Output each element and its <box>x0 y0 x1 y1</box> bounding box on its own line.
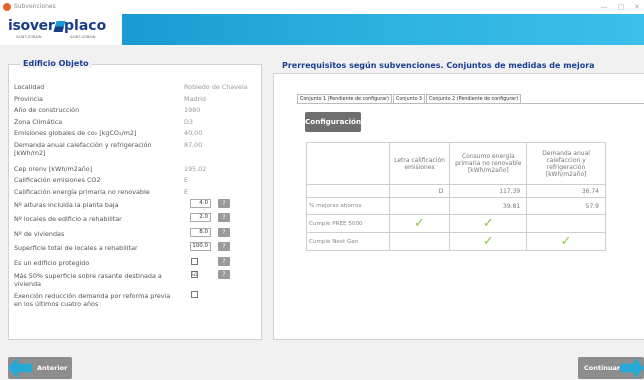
window-controls: — □ ✕ <box>601 0 641 14</box>
column-header <box>306 142 390 185</box>
table-cell: 117.39 <box>449 184 528 198</box>
isover-logo: isover <box>8 18 55 34</box>
dwellings-input[interactable]: 8.0 <box>190 228 211 237</box>
info-row: Calificación energía primaria no renovab… <box>14 188 189 196</box>
floors-input[interactable]: 4.0 <box>190 199 211 208</box>
info-row: Zona Climática D3 <box>14 118 193 126</box>
previous-button[interactable]: Anterior <box>8 357 72 379</box>
minimize-button[interactable]: — <box>601 0 608 14</box>
help-button[interactable]: ? <box>218 213 230 222</box>
app-header: isover placo SAINT-GOBAIN SAINT-GOBAIN <box>0 14 644 45</box>
configuration-button[interactable]: Configuración <box>305 112 361 132</box>
help-button[interactable]: ? <box>218 199 230 208</box>
check-icon <box>526 214 606 233</box>
row-label: Cumple Next Gen <box>306 232 390 251</box>
app-icon <box>3 3 11 11</box>
protected-checkbox[interactable] <box>191 258 198 265</box>
check-icon: ✓ <box>449 214 528 233</box>
check-icon: ✓ <box>526 232 606 251</box>
surface-input[interactable]: 100.0 <box>190 242 211 251</box>
column-header: Consumo energía primaria no renovable [k… <box>449 142 528 185</box>
table-cell: 36.74 <box>526 184 606 198</box>
measures-table: Letra calificación emisiones Consumo ene… <box>306 142 606 251</box>
info-row: Demanda anual calefacción y refrigeració… <box>14 141 203 157</box>
info-row: Localidad Robledo de Chavela <box>14 83 248 91</box>
info-row: Año de construcción 1980 <box>14 106 201 114</box>
table-cell: 57.9 <box>526 197 606 215</box>
arrow-right-icon <box>620 357 644 379</box>
help-button[interactable]: ? <box>218 228 230 237</box>
isover-subtitle: SAINT-GOBAIN <box>16 35 42 39</box>
info-row: Cep nrenv [kWh/m2año] 195,02 <box>14 165 207 173</box>
column-header: Letra calificación emisiones <box>388 142 451 185</box>
check-icon <box>388 232 451 251</box>
building-panel-title: Edificio Objeto <box>20 59 92 68</box>
tab-divider <box>297 103 644 104</box>
placo-subtitle: SAINT-GOBAIN <box>70 35 96 39</box>
table-cell: 39.81 <box>449 197 528 215</box>
brand-logo: isover placo SAINT-GOBAIN SAINT-GOBAIN <box>8 18 118 42</box>
arrow-left-icon <box>8 357 32 379</box>
table-cell: D <box>388 184 451 198</box>
prerequisites-title: Prerrequisitos según subvenciones. Conju… <box>279 61 598 70</box>
row-label: Cumple PREE 5000 <box>306 214 390 233</box>
table-row: Cumple Next Gen ✓ ✓ <box>306 232 606 251</box>
check-icon: ✓ <box>449 232 528 251</box>
table-header-row: Letra calificación emisiones Consumo ene… <box>306 142 606 185</box>
residential-checkbox[interactable]: ☑ <box>191 271 198 278</box>
placo-logo: placo <box>64 18 107 34</box>
help-button[interactable]: ? <box>218 257 230 266</box>
continue-button[interactable]: Continuar <box>578 357 644 379</box>
table-cell <box>388 197 451 215</box>
table-row: % mejoras ahorros 39.81 57.9 <box>306 197 606 215</box>
help-button[interactable]: ? <box>218 270 230 279</box>
info-row: Calificación emisiones CO2 E <box>14 176 189 184</box>
window-title: Subvenciones <box>14 3 56 10</box>
table-row: D 117.39 36.74 <box>306 184 606 198</box>
window-titlebar: Subvenciones — □ ✕ <box>0 0 644 14</box>
column-header: Demanda anual calefaccion y refrigeració… <box>526 142 606 185</box>
maximize-button[interactable]: □ <box>618 0 625 14</box>
premises-input[interactable]: 2.0 <box>190 213 211 222</box>
exemption-checkbox[interactable] <box>191 291 198 298</box>
info-row: Emisiones globales de co₂ [kgCO₂/m2] 40,0… <box>14 129 203 137</box>
row-label: % mejoras ahorros <box>306 197 390 215</box>
close-button[interactable]: ✕ <box>634 0 640 14</box>
check-icon: ✓ <box>388 214 451 233</box>
table-row: Cumple PREE 5000 ✓ ✓ <box>306 214 606 233</box>
header-band <box>122 14 644 45</box>
info-row: Provincia Madrid <box>14 95 206 103</box>
help-button[interactable]: ? <box>218 242 230 251</box>
